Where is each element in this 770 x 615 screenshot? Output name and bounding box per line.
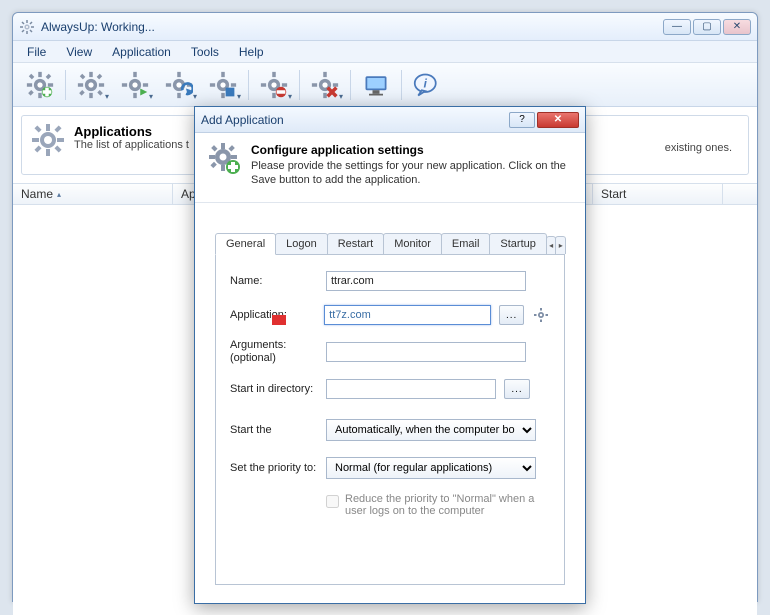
start-the-label: Start the [230, 424, 318, 436]
tab-email[interactable]: Email [441, 233, 491, 254]
menu-tools[interactable]: Tools [181, 45, 229, 59]
info-desc-right: existing ones. [665, 142, 732, 154]
minimize-button[interactable]: — [663, 19, 691, 35]
toolbar-gear-delete[interactable] [304, 66, 346, 104]
arguments-input[interactable] [326, 342, 526, 362]
svg-text:i: i [424, 76, 428, 90]
reduce-priority-checkbox[interactable] [326, 495, 339, 508]
dialog-title: Add Application [201, 113, 509, 127]
tab-content-general: Name: Application: ... Arguments: (optio… [215, 255, 565, 585]
tab-restart[interactable]: Restart [327, 233, 384, 254]
name-input[interactable] [326, 271, 526, 291]
tab-monitor[interactable]: Monitor [383, 233, 442, 254]
menubar: File View Application Tools Help [13, 41, 757, 63]
priority-select[interactable]: Normal (for regular applications) [326, 457, 536, 479]
toolbar-sep [299, 70, 300, 100]
browse-startin-button[interactable]: ... [504, 379, 530, 399]
col-start[interactable]: Start [593, 184, 723, 204]
startin-label: Start in directory: [230, 383, 318, 396]
toolbar-sep [350, 70, 351, 100]
dialog-close-button[interactable]: ✕ [537, 112, 579, 128]
close-button[interactable]: ✕ [723, 19, 751, 35]
tab-strip: General Logon Restart Monitor Email Star… [215, 233, 565, 255]
startin-input[interactable] [326, 379, 496, 399]
window-title: AlwaysUp: Working... [41, 20, 663, 34]
tab-general[interactable]: General [215, 233, 276, 255]
window-buttons: — ▢ ✕ [663, 19, 751, 35]
toolbar-gear-1[interactable] [70, 66, 112, 104]
reduce-priority-label: Reduce the priority to "Normal" when a u… [345, 493, 545, 517]
info-desc-left: The list of applications t [74, 139, 189, 151]
dialog-help-button[interactable]: ? [509, 112, 535, 128]
menu-help[interactable]: Help [229, 45, 274, 59]
tab-logon[interactable]: Logon [275, 233, 328, 254]
applications-icon [32, 124, 64, 156]
priority-label: Set the priority to: [230, 462, 318, 474]
toolbar-sep [401, 70, 402, 100]
toolbar-info-button[interactable]: i [406, 66, 448, 104]
arguments-label: Arguments: (optional) [230, 339, 318, 365]
add-application-dialog: Add Application ? ✕ Configure applicatio… [194, 106, 586, 604]
dialog-header-desc: Please provide the settings for your new… [251, 159, 571, 188]
gear-add-icon [209, 143, 241, 175]
toolbar-gear-2[interactable] [114, 66, 156, 104]
application-input[interactable] [324, 305, 491, 325]
ime-indicator-icon [272, 315, 286, 325]
toolbar-gear-3[interactable] [158, 66, 200, 104]
menu-view[interactable]: View [56, 45, 102, 59]
dialog-body: General Logon Restart Monitor Email Star… [195, 203, 585, 595]
toolbar-add-button[interactable] [19, 66, 61, 104]
col-name[interactable]: Name ▴ [13, 184, 173, 204]
application-gear-icon[interactable] [532, 306, 550, 324]
tab-startup[interactable]: Startup [489, 233, 546, 254]
dialog-titlebar: Add Application ? ✕ [195, 107, 585, 133]
menu-file[interactable]: File [17, 45, 56, 59]
dialog-header-title: Configure application settings [251, 143, 571, 157]
maximize-button[interactable]: ▢ [693, 19, 721, 35]
name-label: Name: [230, 275, 318, 287]
menu-application[interactable]: Application [102, 45, 181, 59]
sort-asc-icon: ▴ [57, 190, 61, 199]
toolbar-monitor-button[interactable] [355, 66, 397, 104]
browse-application-button[interactable]: ... [499, 305, 525, 325]
toolbar-gear-4[interactable] [202, 66, 244, 104]
info-heading: Applications [74, 124, 189, 139]
start-the-select[interactable]: Automatically, when the computer bo [326, 419, 536, 441]
tab-scroll-right[interactable]: ▸ [555, 236, 566, 254]
app-icon [19, 19, 35, 35]
titlebar: AlwaysUp: Working... — ▢ ✕ [13, 13, 757, 41]
toolbar: i [13, 63, 757, 107]
dialog-header: Configure application settings Please pr… [195, 133, 585, 203]
toolbar-sep [248, 70, 249, 100]
toolbar-gear-5[interactable] [253, 66, 295, 104]
toolbar-sep [65, 70, 66, 100]
